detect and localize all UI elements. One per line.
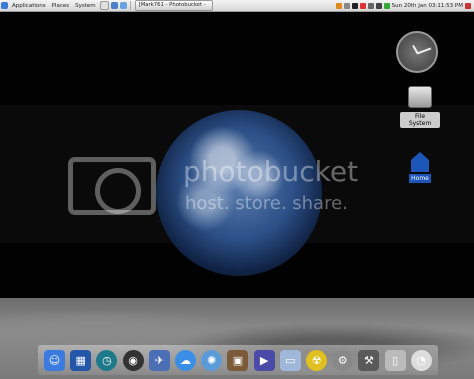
applications-folder-icon[interactable]: ▭ — [279, 350, 301, 371]
panel-clock[interactable]: Sun 20th Jan 03:11:53 PM — [392, 3, 463, 9]
dashboard-icon[interactable]: ◉ — [122, 350, 144, 371]
iphoto-icon[interactable]: ▣ — [227, 350, 249, 371]
preview-icon[interactable]: ✈ — [148, 350, 170, 371]
workspaces-icon[interactable]: ▦ — [70, 350, 92, 371]
ichat-icon[interactable]: ☁ — [175, 350, 197, 371]
desktop-file-system[interactable]: File System — [400, 86, 440, 128]
panel-separator — [129, 1, 131, 10]
trash-icon[interactable]: ▯ — [384, 350, 406, 371]
taskbar-window-button[interactable]: [Mark761 - Photobucket - — [134, 0, 213, 11]
update-icon[interactable] — [335, 2, 342, 9]
clock-minute-hand — [417, 47, 432, 54]
system-tray: Sun 20th Jan 03:11:53 PM — [335, 2, 474, 9]
dock: ☺ ▦ ◷ ◉ ✈ ☁ ✺ ▣ ▶ ▭ ☢ ⚙ ⚒ ▯ ◔ — [38, 345, 438, 375]
notification-icon[interactable] — [359, 2, 366, 9]
movie-icon[interactable]: ▶ — [253, 350, 275, 371]
system-preferences-icon[interactable]: ⚙ — [332, 350, 354, 371]
watermark-tagline: host. store. share. — [185, 193, 348, 214]
menu-applications[interactable]: Applications — [9, 3, 49, 9]
utility-icon[interactable]: ⚒ — [358, 350, 380, 371]
power-icon[interactable] — [375, 2, 382, 9]
watermark-brand: photobucket — [183, 155, 359, 188]
quit-icon[interactable] — [465, 2, 471, 9]
checkmark-icon[interactable] — [383, 2, 390, 9]
time-machine-icon[interactable]: ◷ — [96, 350, 118, 371]
top-panel: Applications Places System [Mark761 - Ph… — [0, 0, 474, 12]
desktop-home[interactable]: Home — [408, 152, 432, 183]
volume-icon[interactable] — [343, 2, 350, 9]
mail-launcher-icon[interactable] — [110, 2, 118, 9]
radiation-icon[interactable]: ☢ — [306, 350, 328, 371]
app-tray-icon[interactable] — [351, 2, 358, 9]
hard-drive-icon — [408, 86, 432, 108]
home-icon — [411, 152, 429, 172]
network-icon[interactable] — [367, 2, 374, 9]
clock-icon[interactable]: ◔ — [410, 350, 432, 371]
distro-logo-icon[interactable] — [1, 2, 8, 9]
help-launcher-icon[interactable] — [119, 2, 127, 9]
file-system-label: File System — [400, 112, 440, 128]
analog-clock-widget[interactable] — [396, 31, 438, 73]
finder-icon[interactable]: ☺ — [44, 350, 65, 371]
menu-places[interactable]: Places — [49, 3, 73, 9]
menu-system[interactable]: System — [72, 3, 99, 9]
safari-icon[interactable]: ✺ — [201, 350, 223, 371]
browser-launcher-icon[interactable] — [99, 1, 109, 10]
camera-icon — [68, 157, 156, 215]
home-label: Home — [409, 174, 431, 183]
